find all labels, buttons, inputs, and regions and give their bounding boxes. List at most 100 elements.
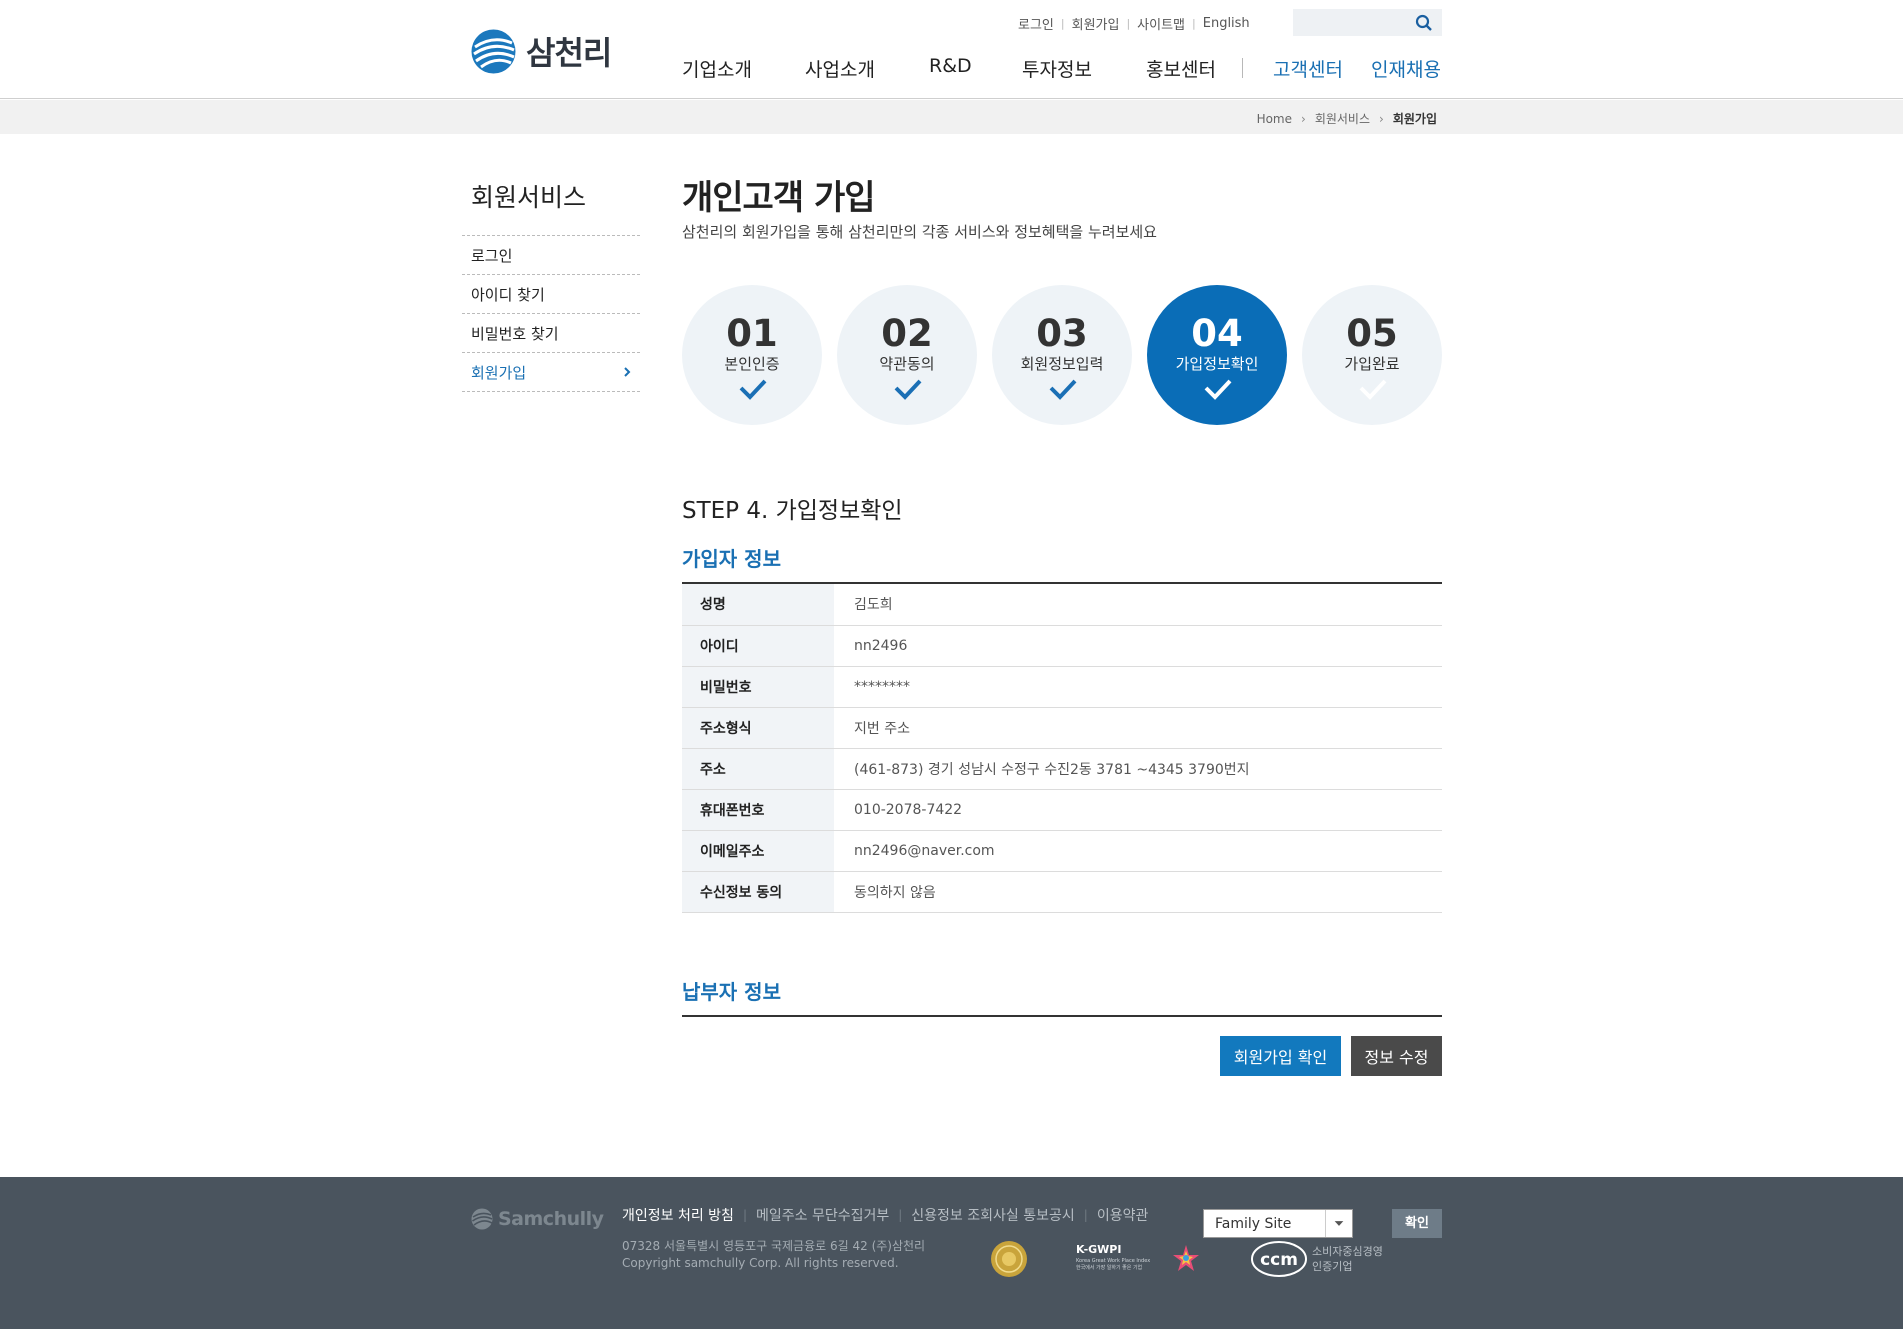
table-row: 성명 김도희: [682, 584, 1442, 626]
sidebar-menu: 로그인 아이디 찾기 비밀번호 찾기 회원가입: [462, 235, 640, 392]
english-link[interactable]: English: [1203, 16, 1250, 31]
row-label: 아이디: [682, 625, 834, 667]
step-label: 약관동의: [879, 355, 935, 373]
step-label: 본인인증: [724, 355, 780, 373]
table-row: 이메일주소 nn2496@naver.com: [682, 830, 1442, 872]
row-label: 주소형식: [682, 707, 834, 749]
ccm-text: ccm: [1260, 1250, 1298, 1270]
step-number: 01: [726, 312, 778, 355]
row-value: nn2496@naver.com: [834, 830, 1442, 872]
sidebar-item-label: 비밀번호 찾기: [471, 324, 559, 343]
util-divider: |: [1192, 17, 1196, 30]
gnb-investor[interactable]: 투자정보: [1022, 55, 1092, 82]
chevron-right-icon: ›: [1379, 111, 1384, 126]
login-link[interactable]: 로그인: [1018, 14, 1054, 33]
edit-info-button[interactable]: 정보 수정: [1351, 1036, 1442, 1076]
util-divider: |: [1060, 17, 1065, 30]
sidebar-item-label: 회원가입: [471, 363, 527, 382]
family-site-select[interactable]: Family Site: [1203, 1209, 1353, 1238]
breadcrumb-bar: Home › 회원서비스 › 회원가입: [0, 100, 1903, 134]
family-site-value: Family Site: [1215, 1216, 1292, 1232]
sidebar-item-find-id[interactable]: 아이디 찾기: [462, 275, 640, 314]
sidebar-item-login[interactable]: 로그인: [462, 236, 640, 275]
email-refusal-link[interactable]: 메일주소 무단수집거부: [756, 1205, 889, 1225]
row-label: 성명: [682, 584, 834, 626]
search-icon[interactable]: [1414, 13, 1434, 33]
row-value: ********: [834, 666, 1442, 708]
copyright-text: Copyright samchully Corp. All rights res…: [622, 1256, 899, 1270]
utility-links: 로그인 | 회원가입 | 사이트맵 | English: [1018, 14, 1250, 33]
gnb-pr[interactable]: 홍보센터: [1146, 55, 1216, 82]
row-value: 동의하지 않음: [834, 871, 1442, 913]
gnb-recruit[interactable]: 인재채용: [1371, 55, 1441, 82]
signup-link[interactable]: 회원가입: [1072, 14, 1120, 33]
gnb-company[interactable]: 기업소개: [682, 55, 752, 82]
member-info-table: 성명 김도희 아이디 nn2496 비밀번호 ******** 주소형식 지번 주소 주…: [682, 584, 1442, 913]
address-text: 07328 서울특별시 영등포구 국제금융로 6길 42 (주)삼천리: [622, 1239, 926, 1253]
chevron-right-icon: ›: [1301, 111, 1306, 126]
sidebar-item-find-password[interactable]: 비밀번호 찾기: [462, 314, 640, 353]
search-box: [1293, 9, 1442, 36]
star-logo-icon: [1173, 1245, 1199, 1271]
check-icon: [1204, 379, 1232, 400]
award-seal-icon: [991, 1241, 1027, 1277]
sidebar-title: 회원서비스: [471, 183, 587, 212]
row-value: 지번 주소: [834, 707, 1442, 749]
check-icon: [1049, 379, 1077, 400]
row-label: 이메일주소: [682, 830, 834, 872]
gnb-divider: [1242, 58, 1243, 78]
confirm-signup-button[interactable]: 회원가입 확인: [1220, 1036, 1341, 1076]
ccm-desc-line1: 소비자중심경영: [1312, 1245, 1383, 1258]
step-05: 05 가입완료: [1302, 285, 1442, 425]
check-icon: [894, 379, 922, 400]
breadcrumb-home[interactable]: Home: [1257, 112, 1292, 126]
row-value: 김도희: [834, 584, 1442, 626]
site-footer: Samchully 개인정보 처리 방침 | 메일주소 무단수집거부 | 신용정…: [0, 1177, 1903, 1329]
family-site-go-button[interactable]: 확인: [1392, 1209, 1442, 1238]
footer-divider: |: [1083, 1208, 1088, 1222]
footer-logo: Samchully: [471, 1208, 604, 1230]
step-01: 01 본인인증: [682, 285, 822, 425]
step-number: 02: [881, 312, 933, 355]
credit-info-link[interactable]: 신용정보 조회사실 통보공시: [911, 1205, 1074, 1225]
page-title: 개인고객 가입: [682, 178, 876, 218]
sidebar-item-label: 로그인: [471, 246, 513, 265]
sidebar-item-signup[interactable]: 회원가입: [462, 353, 640, 392]
ccm-badge: ccm 소비자중심경영 인증기업: [1250, 1240, 1395, 1280]
ccm-logo-icon: ccm: [1251, 1241, 1307, 1277]
table-row: 수신정보 동의 동의하지 않음: [682, 871, 1442, 913]
section-divider: [682, 1015, 1442, 1017]
search-input[interactable]: [1293, 9, 1408, 36]
step-number: 04: [1191, 312, 1243, 355]
gnb-business[interactable]: 사업소개: [805, 55, 875, 82]
gnb-customer[interactable]: 고객센터: [1273, 55, 1343, 82]
ccm-desc: 소비자중심경영 인증기업: [1312, 1244, 1383, 1274]
table-row: 주소형식 지번 주소: [682, 707, 1442, 749]
step-03: 03 회원정보입력: [992, 285, 1132, 425]
step-label: 가입정보확인: [1175, 355, 1259, 373]
gnb-rnd[interactable]: R&D: [929, 55, 972, 77]
step-number: 05: [1346, 312, 1398, 355]
sitemap-link[interactable]: 사이트맵: [1137, 14, 1185, 33]
site-header: 삼천리 로그인 | 회원가입 | 사이트맵 | English 기업소개 사업소…: [0, 0, 1903, 99]
row-value: (461-873) 경기 성남시 수정구 수진2동 3781 ~4345 379…: [834, 748, 1442, 790]
check-icon: [739, 379, 767, 400]
terms-link[interactable]: 이용약관: [1097, 1205, 1149, 1225]
site-logo[interactable]: 삼천리: [471, 28, 612, 74]
chevron-down-icon[interactable]: [1325, 1210, 1352, 1237]
page-description: 삼천리의 회원가입을 통해 삼천리만의 각종 서비스와 정보혜택을 누려보세요: [682, 223, 1157, 241]
check-icon: [1359, 379, 1387, 400]
footer-divider: |: [898, 1208, 903, 1222]
privacy-policy-link[interactable]: 개인정보 처리 방침: [622, 1205, 734, 1225]
step-label: 가입완료: [1344, 355, 1400, 373]
ccm-desc-line2: 인증기업: [1312, 1260, 1353, 1273]
samchully-logo-icon: [471, 1208, 493, 1230]
table-row: 비밀번호 ********: [682, 666, 1442, 708]
step-number: 03: [1036, 312, 1088, 355]
chevron-right-icon: [624, 367, 631, 377]
breadcrumb-current: 회원가입: [1392, 112, 1437, 126]
sidebar-item-label: 아이디 찾기: [471, 285, 545, 304]
breadcrumb-member-service[interactable]: 회원서비스: [1315, 110, 1370, 127]
payer-info-title: 납부자 정보: [682, 980, 781, 1004]
member-info-title: 가입자 정보: [682, 547, 781, 571]
